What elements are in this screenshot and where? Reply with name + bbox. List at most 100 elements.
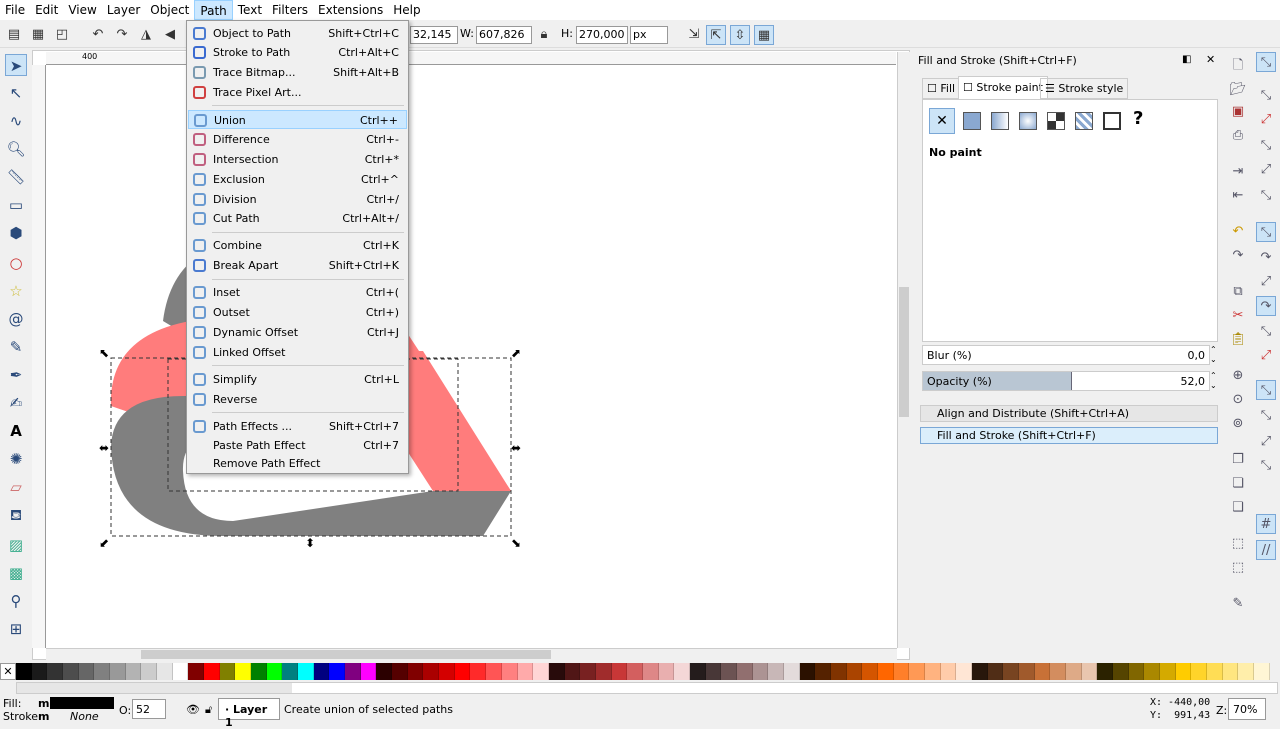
menu-help[interactable]: Help xyxy=(388,0,425,20)
snap-toggle-icon[interactable]: ⤡ xyxy=(1256,52,1276,72)
rotate-ccw-icon[interactable]: ↶ xyxy=(88,25,108,45)
palette-swatch[interactable] xyxy=(423,663,440,680)
radial-gradient-button[interactable] xyxy=(1019,112,1037,130)
snap-grid-icon[interactable]: # xyxy=(1256,514,1276,534)
palette-swatch[interactable] xyxy=(689,663,706,680)
width-field[interactable]: 607,826 xyxy=(476,26,532,44)
menu-item-reverse[interactable]: Reverse xyxy=(188,390,407,409)
layer-select[interactable]: · Layer 1 xyxy=(218,698,280,729)
menu-item-outset[interactable]: Outset Ctrl+) xyxy=(188,303,407,322)
snap-bbox-edge-icon[interactable]: ⤢ xyxy=(1256,110,1276,130)
export-icon[interactable]: ⇤ xyxy=(1228,186,1248,206)
lock-icon[interactable]: 🔒︎ xyxy=(534,25,554,45)
panel-close-icon[interactable]: ✕ xyxy=(1206,53,1215,66)
clone-icon[interactable]: ❏ xyxy=(1228,474,1248,494)
palette-swatch[interactable] xyxy=(642,663,659,680)
palette-swatch[interactable] xyxy=(78,663,95,680)
palette-swatch[interactable] xyxy=(1191,663,1208,680)
menu-item-break-apart[interactable]: Break Apart Shift+Ctrl+K xyxy=(188,256,407,275)
palette-swatch[interactable] xyxy=(439,663,455,680)
menu-object[interactable]: Object xyxy=(145,0,194,20)
palette-swatch[interactable] xyxy=(580,663,596,680)
menu-item-stroke-to-path[interactable]: Stroke to Path Ctrl+Alt+C xyxy=(188,43,407,62)
palette-swatch[interactable] xyxy=(909,663,925,680)
select-all-icon[interactable]: ▤ xyxy=(4,25,24,45)
menu-item-dynamic-offset[interactable]: Dynamic Offset Ctrl+J xyxy=(188,323,407,342)
tab-fill[interactable]: ☐ Fill xyxy=(922,78,961,99)
copy-icon[interactable]: ⧉ xyxy=(1228,282,1248,302)
palette-swatch[interactable] xyxy=(862,663,878,680)
menu-text[interactable]: Text xyxy=(233,0,267,20)
palette-swatch[interactable] xyxy=(815,663,831,680)
layer-visibility-icon[interactable]: 👁︎ xyxy=(186,703,200,716)
spray-tool-icon[interactable]: ✺ xyxy=(5,448,27,470)
palette-swatch[interactable] xyxy=(298,663,314,680)
menu-item-difference[interactable]: Difference Ctrl+- xyxy=(188,130,407,149)
palette-swatch[interactable] xyxy=(1160,663,1176,680)
palette-swatch[interactable] xyxy=(799,663,816,680)
panel-iconify-icon[interactable]: ◧ xyxy=(1182,54,1191,65)
dock-fill-stroke[interactable]: Fill and Stroke (Shift+Ctrl+F) xyxy=(920,427,1218,444)
palette-swatch[interactable] xyxy=(846,663,863,680)
pattern-button[interactable] xyxy=(1075,112,1093,130)
menu-item-linked-offset[interactable]: Linked Offset xyxy=(188,343,407,362)
palette-swatch[interactable] xyxy=(548,663,565,680)
open-icon[interactable]: 📂︎ xyxy=(1228,80,1248,100)
snap-bbox-corner-icon[interactable]: ⤡ xyxy=(1256,136,1276,156)
palette-swatch[interactable] xyxy=(1207,663,1223,680)
zoom-selection-icon[interactable]: ⊕ xyxy=(1228,366,1248,386)
snap-text-baseline-icon[interactable]: ⤢ xyxy=(1256,432,1276,452)
palette-swatch[interactable] xyxy=(94,663,111,680)
palette-swatch[interactable] xyxy=(329,663,346,680)
text-tool-icon[interactable]: A xyxy=(5,420,27,442)
3d-box-tool-icon[interactable]: ⬢ xyxy=(5,222,27,244)
no-color-swatch[interactable]: ✕ xyxy=(0,663,16,680)
duplicate-icon[interactable]: ❐ xyxy=(1228,450,1248,470)
undo-icon[interactable]: ↶ xyxy=(1228,222,1248,242)
palette-swatch[interactable] xyxy=(705,663,722,680)
palette-swatch[interactable] xyxy=(627,663,643,680)
deselect-icon[interactable]: ◰ xyxy=(52,25,72,45)
transform-gradients-icon[interactable]: ⇳ xyxy=(730,25,750,45)
opacity-slider[interactable]: Opacity (%) 52,0 xyxy=(922,371,1210,391)
palette-swatch[interactable] xyxy=(141,663,158,680)
menu-item-combine[interactable]: Combine Ctrl+K xyxy=(188,236,407,255)
palette-swatch[interactable] xyxy=(1113,663,1129,680)
palette-swatch[interactable] xyxy=(110,663,126,680)
snap-bbox-icon[interactable]: ⤡ xyxy=(1256,86,1276,106)
new-document-icon[interactable]: 🗋 xyxy=(1228,56,1248,76)
palette-swatch[interactable] xyxy=(1128,663,1145,680)
horizontal-scrollbar[interactable] xyxy=(46,648,897,660)
palette-swatch[interactable] xyxy=(1034,663,1051,680)
palette-swatch[interactable] xyxy=(345,663,361,680)
palette-swatch[interactable] xyxy=(1066,663,1082,680)
bucket-tool-icon[interactable]: ⛾ xyxy=(5,504,27,526)
dock-align-distribute[interactable]: Align and Distribute (Shift+Ctrl+A) xyxy=(920,405,1218,422)
menu-item-union[interactable]: Union Ctrl++ xyxy=(188,110,407,129)
palette-swatch[interactable] xyxy=(893,663,910,680)
palette-swatch[interactable] xyxy=(219,663,236,680)
snap-bbox-center-icon[interactable]: ⤡ xyxy=(1256,186,1276,206)
snap-center-icon[interactable]: ⤡ xyxy=(1256,380,1276,400)
palette-swatch[interactable] xyxy=(1019,663,1035,680)
snap-cusp-icon[interactable]: ↷ xyxy=(1256,296,1276,316)
snap-bbox-midpoint-icon[interactable]: ⤢ xyxy=(1256,160,1276,180)
flip-vertical-icon[interactable]: ◀ xyxy=(160,25,180,45)
tab-stroke-paint[interactable]: ☐ Stroke paint xyxy=(958,76,1048,99)
blur-slider[interactable]: Blur (%) 0,0 xyxy=(922,345,1210,365)
unit-select[interactable]: px xyxy=(630,26,668,44)
menu-item-exclusion[interactable]: Exclusion Ctrl+^ xyxy=(188,170,407,189)
cut-icon[interactable]: ✂ xyxy=(1228,306,1248,326)
snap-guide-icon[interactable]: // xyxy=(1256,540,1276,560)
palette-swatch[interactable] xyxy=(877,663,894,680)
menu-extensions[interactable]: Extensions xyxy=(313,0,388,20)
palette-swatch[interactable] xyxy=(987,663,1004,680)
tweak-tool-icon[interactable]: ∿ xyxy=(5,110,27,132)
palette-swatch[interactable] xyxy=(188,663,205,680)
palette-swatch[interactable] xyxy=(1144,663,1161,680)
flip-horizontal-icon[interactable]: ◮ xyxy=(136,25,156,45)
palette-swatch[interactable] xyxy=(125,663,142,680)
menu-layer[interactable]: Layer xyxy=(102,0,145,20)
palette-swatch[interactable] xyxy=(392,663,408,680)
measure-tool-icon[interactable]: 📏︎ xyxy=(5,166,27,188)
